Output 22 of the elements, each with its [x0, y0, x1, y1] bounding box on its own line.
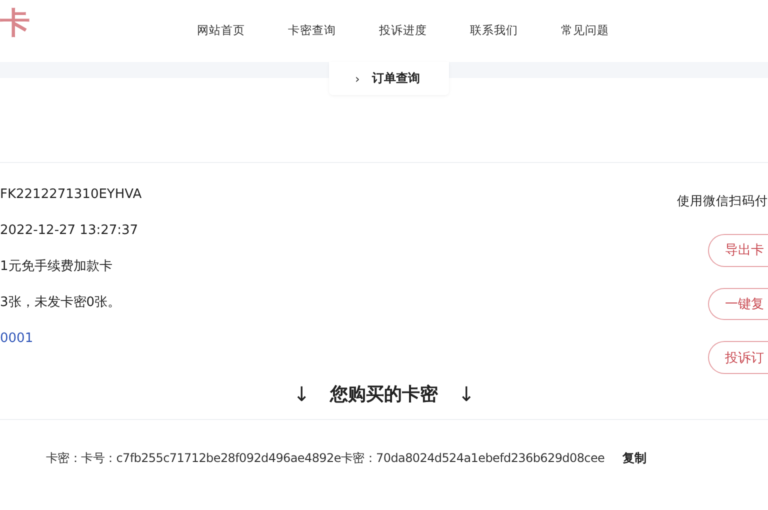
down-arrow-icon: ↓	[458, 382, 475, 406]
order-link[interactable]: 0001	[0, 329, 142, 349]
order-detail: 1元免手续费加款卡	[0, 258, 114, 276]
nav-link[interactable]: 卡密查询	[288, 22, 336, 38]
chevron-icon: ›	[355, 72, 360, 86]
order-detail: 2022-12-27 13:27:37	[0, 222, 140, 240]
section-title: 您购买的卡密	[330, 383, 438, 406]
action-button[interactable]: 导出卡	[708, 234, 768, 267]
action-button[interactable]: 一键复	[708, 288, 768, 320]
card-key-text: 卡密：卡号：c7fb255c71712be28f092d496ae4892e卡密：70da8024d524a1ebefd236b629d08cee	[46, 450, 605, 467]
breadcrumb-label[interactable]: 订单查询	[372, 70, 420, 87]
action-button[interactable]: 投诉订	[708, 341, 768, 374]
copy-link[interactable]: 复制	[622, 450, 647, 467]
nav-link[interactable]: 联系我们	[470, 22, 518, 38]
logo-text: 卡	[0, 4, 31, 42]
order-detail: FK2212271310EYHVA	[0, 186, 142, 204]
down-arrow-icon: ↓	[293, 382, 310, 406]
nav-link[interactable]: 网站首页	[197, 22, 245, 38]
nav-link[interactable]: 投诉进度	[379, 22, 427, 38]
order-detail: 3张，未发卡密0张。	[0, 294, 122, 312]
payment-note: 使用微信扫码付	[677, 193, 768, 210]
nav-link[interactable]: 常见问题	[561, 22, 609, 38]
